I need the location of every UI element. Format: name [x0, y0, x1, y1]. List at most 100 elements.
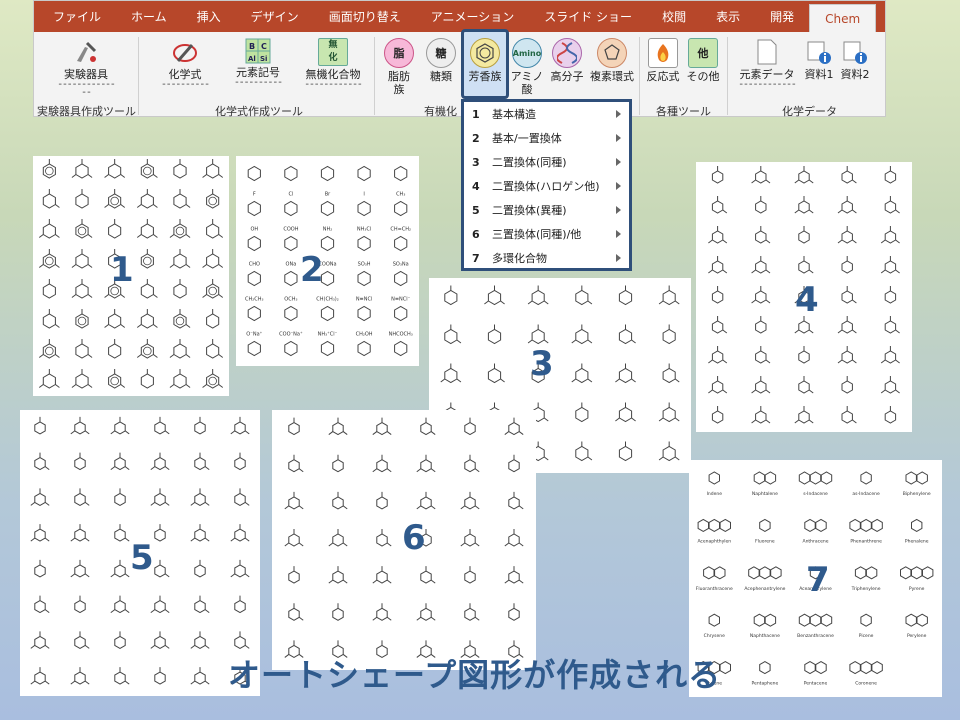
molecule-icon — [394, 165, 408, 182]
tab-3[interactable]: デザイン — [236, 1, 314, 32]
molecule-icon — [75, 163, 89, 179]
molecule-icon — [884, 290, 897, 304]
doc1-button[interactable]: 資料1 — [804, 38, 834, 81]
molecule-icon — [288, 496, 300, 510]
molecule-icon — [154, 671, 166, 685]
menu-item[interactable]: 6 三置換体(同種)/他 — [464, 222, 629, 246]
panel-number-5: 5 — [130, 538, 154, 578]
substituent-label: CH₃ — [396, 192, 405, 198]
molecule-icon — [288, 533, 300, 547]
molecule-icon — [74, 600, 86, 614]
tab-10[interactable]: Chem — [809, 4, 877, 32]
substituent-label: Anthracene — [802, 538, 828, 544]
molecule-icon — [798, 613, 811, 627]
menu-item[interactable]: 1 基本構造 — [464, 102, 629, 126]
substituent-label: Pentaphene — [752, 681, 779, 687]
inorganic-icon: 無化 — [318, 38, 348, 66]
molecule-icon — [140, 343, 154, 359]
heterocyclic-button[interactable]: 複素環式 — [590, 38, 634, 83]
formula-button[interactable]: 化学式 - - - - - - - - - - — [160, 38, 210, 90]
molecule-icon — [444, 367, 458, 384]
molecule-icon — [804, 518, 816, 532]
tab-0[interactable]: ファイル — [38, 1, 116, 32]
molecule-icon — [75, 313, 89, 329]
molecule-icon — [206, 163, 220, 179]
element-data-button[interactable]: 元素データ - - - - - - - - - - - - — [736, 38, 798, 90]
substituent-label: N≡NCl⁻ — [391, 297, 411, 303]
amino-acid-icon: Amino — [512, 38, 542, 68]
tab-2[interactable]: 挿入 — [182, 1, 236, 32]
molecule-icon — [464, 570, 476, 584]
element-symbol-button[interactable]: B C Al Si 元素記号 - - - - - - - - - - — [232, 38, 284, 88]
molecule-icon — [234, 600, 246, 614]
molecule-icon — [247, 165, 261, 182]
molecule-icon — [575, 328, 589, 345]
tell-me-search[interactable]: 実行したい作業を — [876, 1, 890, 32]
molecule-icon — [420, 422, 432, 436]
molecule-icon — [206, 373, 220, 389]
menu-item[interactable]: 3 二置換体(同種) — [464, 150, 629, 174]
substituent-label: Acephenantrylene — [744, 586, 785, 592]
tab-6[interactable]: スライド ショー — [529, 1, 647, 32]
molecule-icon — [284, 165, 298, 182]
molecule-icon — [841, 230, 853, 244]
aromatic-button[interactable]: 芳香族 — [468, 38, 502, 83]
other-button[interactable]: 他 その他 — [686, 38, 720, 83]
molecule-icon — [755, 350, 767, 364]
sugar-button[interactable]: 糖 糖類 — [426, 38, 456, 83]
svg-text:C: C — [261, 42, 267, 51]
tab-7[interactable]: 校閲 — [647, 1, 701, 32]
fatty-button[interactable]: 脂 脂肪族 — [384, 38, 414, 96]
doc2-button[interactable]: 資料2 — [840, 38, 870, 81]
molecule-icon — [759, 661, 771, 675]
molecule-icon — [798, 260, 810, 274]
molecule-icon — [841, 290, 853, 304]
inorganic-button[interactable]: 無化 無機化合物 - - - - - - - - - - - - — [302, 38, 364, 90]
tab-1[interactable]: ホーム — [116, 1, 182, 32]
molecule-icon — [508, 422, 520, 436]
molecule-icon — [140, 373, 154, 389]
substituent-label: Indene — [707, 491, 723, 497]
tab-9[interactable]: 開発 — [755, 1, 809, 32]
reaction-button[interactable]: 反応式 — [646, 38, 680, 83]
molecule-icon — [320, 305, 335, 322]
menu-item[interactable]: 5 二置換体(異種) — [464, 198, 629, 222]
substituent-label: Benzanthracene — [797, 633, 834, 639]
chevron-right-icon — [616, 254, 621, 262]
molecule-icon — [376, 570, 388, 584]
molecule-icon — [357, 165, 371, 182]
group-organic: 有機化 — [424, 105, 457, 118]
substituent-label: Fluorene — [755, 538, 775, 544]
amino-acid-button[interactable]: Amino アミノ酸 — [510, 38, 544, 96]
molecule-icon — [711, 260, 724, 274]
molecule-icon — [173, 193, 187, 209]
molecule-icon — [841, 200, 853, 214]
molecule-icon — [284, 340, 298, 357]
substituent-label: Pentacene — [804, 681, 828, 687]
molecule-icon — [575, 289, 589, 306]
svg-text:Al: Al — [248, 55, 256, 63]
substituent-label: s-Indacene — [803, 491, 828, 497]
tab-4[interactable]: 画面切り替え — [314, 1, 416, 32]
tab-5[interactable]: アニメーション — [416, 1, 530, 32]
substituent-label: CH₂OH — [356, 332, 373, 338]
menu-item[interactable]: 2 基本/一置換体 — [464, 126, 629, 150]
molecule-icon — [508, 459, 520, 473]
molecule-icon — [755, 170, 767, 184]
molecule-icon — [849, 661, 861, 675]
tab-8[interactable]: 表示 — [701, 1, 755, 32]
molecule-icon — [711, 290, 724, 304]
menu-item[interactable]: 4 二置換体(ハロゲン他) — [464, 174, 629, 198]
molecule-icon — [884, 380, 897, 394]
molecule-icon — [662, 328, 676, 345]
polymer-button[interactable]: 高分子 — [550, 38, 584, 83]
molecule-icon — [154, 421, 166, 435]
molecule-icon — [798, 320, 810, 334]
molecule-icon — [114, 528, 126, 542]
molecule-icon — [884, 410, 897, 424]
molecule-icon — [114, 671, 126, 685]
molecule-icon — [154, 635, 166, 649]
lab-tools-button[interactable]: 実験器具 - - - - - - - - - - - - - - — [56, 38, 116, 98]
ribbon-body: 実験器具 - - - - - - - - - - - - - - 化学式 - -… — [34, 29, 885, 118]
menu-item[interactable]: 7 多環化合物 — [464, 246, 629, 270]
